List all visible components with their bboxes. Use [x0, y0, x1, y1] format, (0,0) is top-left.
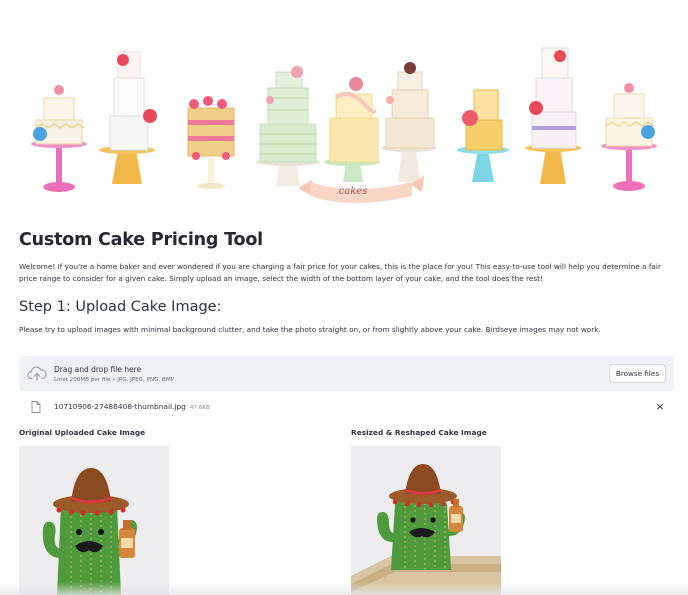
cake-illustration — [601, 83, 657, 191]
cloud-upload-icon — [27, 366, 47, 381]
uploaded-file-name: 10710906-27486408-thumbnail.jpg — [54, 402, 186, 411]
file-dropzone[interactable]: Drag and drop file here Limit 200MB per … — [19, 356, 674, 391]
uploaded-file-row: 10710906-27486408-thumbnail.jpg 47.6KB × — [19, 397, 674, 417]
cake-illustration — [187, 96, 235, 189]
step1-heading: Step 1: Upload Cake Image: — [19, 299, 222, 315]
uploaded-file-info: 10710906-27486408-thumbnail.jpg 47.6KB — [54, 402, 210, 411]
original-image-caption: Original Uploaded Cake Image — [19, 428, 146, 437]
browse-files-button[interactable]: Browse files — [609, 364, 666, 383]
original-cake-image — [19, 446, 169, 595]
cake-illustration — [525, 47, 581, 184]
cake-illustration — [99, 51, 157, 184]
resized-image-caption: Resized & Reshaped Cake Image — [351, 428, 487, 437]
dropzone-limit-text: Limit 200MB per file • JPG, JPEG, PNG, B… — [54, 377, 175, 383]
dropzone-label: Drag and drop file here — [54, 365, 142, 374]
cake-illustration — [324, 77, 380, 182]
cake-illustration — [31, 85, 87, 192]
cake-illustration — [457, 89, 509, 182]
remove-file-close-icon[interactable]: × — [653, 399, 667, 413]
cake-illustration — [381, 62, 437, 182]
file-icon — [31, 401, 41, 413]
page-title: Custom Cake Pricing Tool — [19, 230, 263, 250]
uploaded-file-size: 47.6KB — [189, 405, 210, 411]
step1-description: Please try to upload images with minimal… — [19, 325, 601, 334]
ribbon-text: cakes — [339, 186, 368, 197]
intro-text: Welcome! If you're a home baker and ever… — [19, 262, 661, 284]
bottom-fade — [0, 582, 688, 595]
cake-illustration — [256, 66, 320, 186]
cakes-banner-image: cakes — [18, 38, 670, 210]
resized-cake-image — [351, 446, 501, 595]
